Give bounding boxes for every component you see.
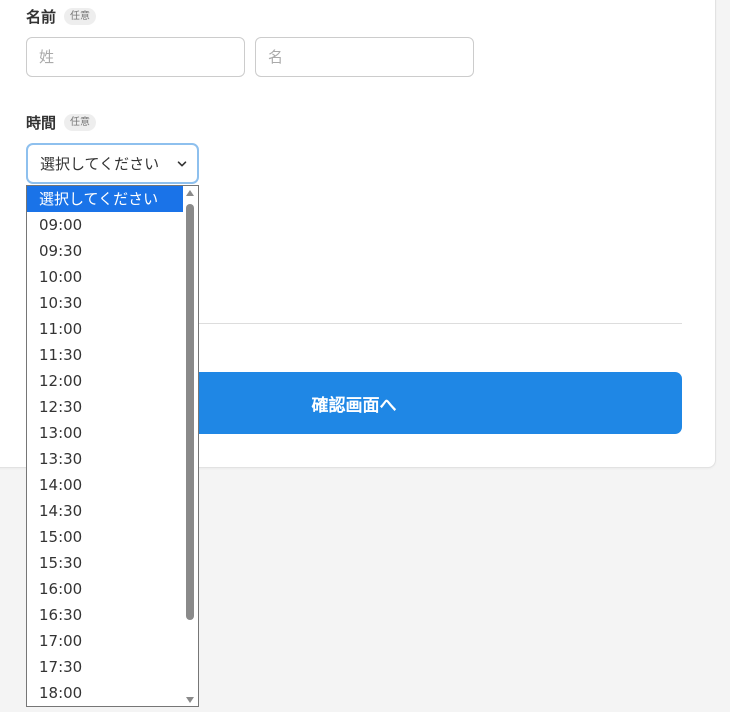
chevron-down-icon <box>177 160 187 166</box>
first-name-input[interactable] <box>255 37 474 77</box>
name-label-row: 名前 任意 <box>26 6 97 27</box>
time-option[interactable]: 18:00 <box>27 680 184 706</box>
time-option[interactable]: 14:30 <box>27 498 184 524</box>
time-option[interactable]: 11:00 <box>27 316 184 342</box>
name-label: 名前 <box>26 8 57 26</box>
time-option[interactable]: 13:00 <box>27 420 184 446</box>
time-option[interactable]: 12:30 <box>27 394 184 420</box>
time-select-value: 選択してください <box>40 155 160 173</box>
time-label: 時間 <box>26 114 57 132</box>
time-option[interactable]: 12:00 <box>27 368 184 394</box>
scroll-down-arrow-icon[interactable] <box>186 697 194 703</box>
time-option[interactable]: 17:30 <box>27 654 184 680</box>
time-option[interactable]: 10:30 <box>27 290 184 316</box>
name-optional-badge: 任意 <box>64 8 97 25</box>
time-optional-badge: 任意 <box>64 114 97 131</box>
time-option[interactable]: 11:30 <box>27 342 184 368</box>
time-option[interactable]: 09:00 <box>27 212 184 238</box>
time-option[interactable]: 16:00 <box>27 576 184 602</box>
scroll-thumb[interactable] <box>186 204 194 621</box>
last-name-input[interactable] <box>26 37 245 77</box>
time-option[interactable]: 15:30 <box>27 550 184 576</box>
time-option[interactable]: 16:30 <box>27 602 184 628</box>
time-option[interactable]: 13:30 <box>27 446 184 472</box>
scroll-up-arrow-icon[interactable] <box>186 190 194 196</box>
time-select[interactable]: 選択してください <box>26 143 199 184</box>
time-dropdown-list[interactable]: 選択してください 09:00 09:30 10:00 10:30 11:00 11:30 12… <box>26 185 199 707</box>
time-option[interactable]: 選択してください <box>27 186 184 212</box>
dropdown-scrollbar[interactable] <box>183 186 198 706</box>
time-option-list: 選択してください 09:00 09:30 10:00 10:30 11:00 11:30 12… <box>27 186 184 706</box>
time-option[interactable]: 14:00 <box>27 472 184 498</box>
time-option[interactable]: 17:00 <box>27 628 184 654</box>
time-option[interactable]: 15:00 <box>27 524 184 550</box>
time-option[interactable]: 09:30 <box>27 238 184 264</box>
time-label-row: 時間 任意 <box>26 112 97 133</box>
time-option[interactable]: 10:00 <box>27 264 184 290</box>
